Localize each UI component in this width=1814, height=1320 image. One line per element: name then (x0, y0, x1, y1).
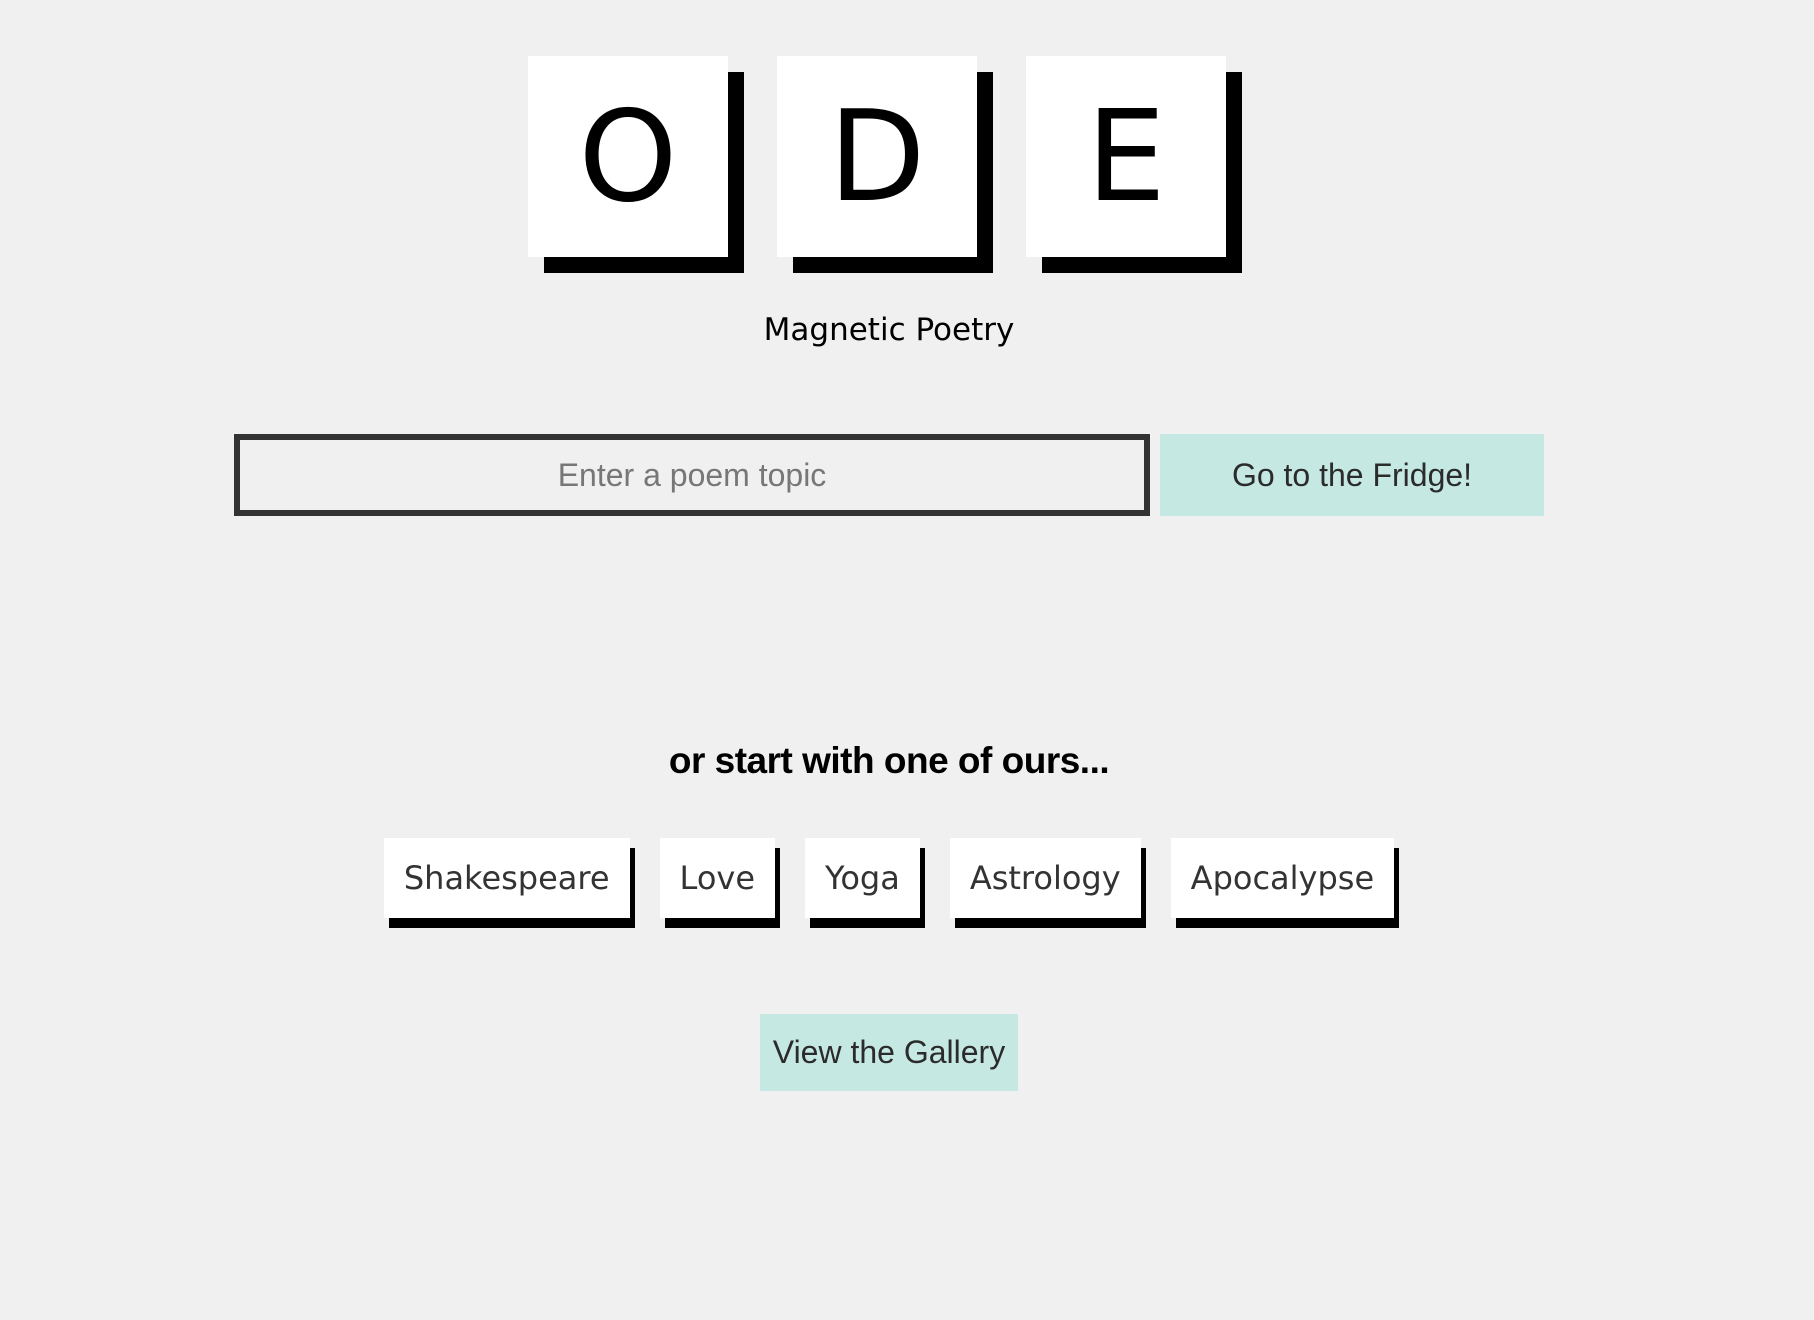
logo-tile-d: D (777, 56, 977, 257)
presets-heading: or start with one of ours... (668, 740, 1110, 781)
go-to-fridge-button[interactable]: Go to the Fridge! (1160, 434, 1544, 516)
logo: O D E (528, 56, 1248, 276)
preset-yoga[interactable]: Yoga (805, 838, 920, 918)
app-subtitle: Magnetic Poetry (763, 312, 1015, 348)
preset-shakespeare[interactable]: Shakespeare (383, 838, 630, 918)
logo-tile-e: E (1026, 56, 1226, 257)
view-gallery-button[interactable]: View the Gallery (760, 1014, 1018, 1091)
preset-love[interactable]: Love (659, 838, 776, 918)
preset-apocalypse[interactable]: Apocalypse (1170, 838, 1395, 918)
preset-astrology[interactable]: Astrology (949, 838, 1141, 918)
poem-topic-input[interactable] (234, 434, 1150, 516)
logo-tile-o: O (528, 56, 728, 257)
preset-topics: Shakespeare Love Yoga Astrology Apocalyp… (0, 838, 1778, 918)
